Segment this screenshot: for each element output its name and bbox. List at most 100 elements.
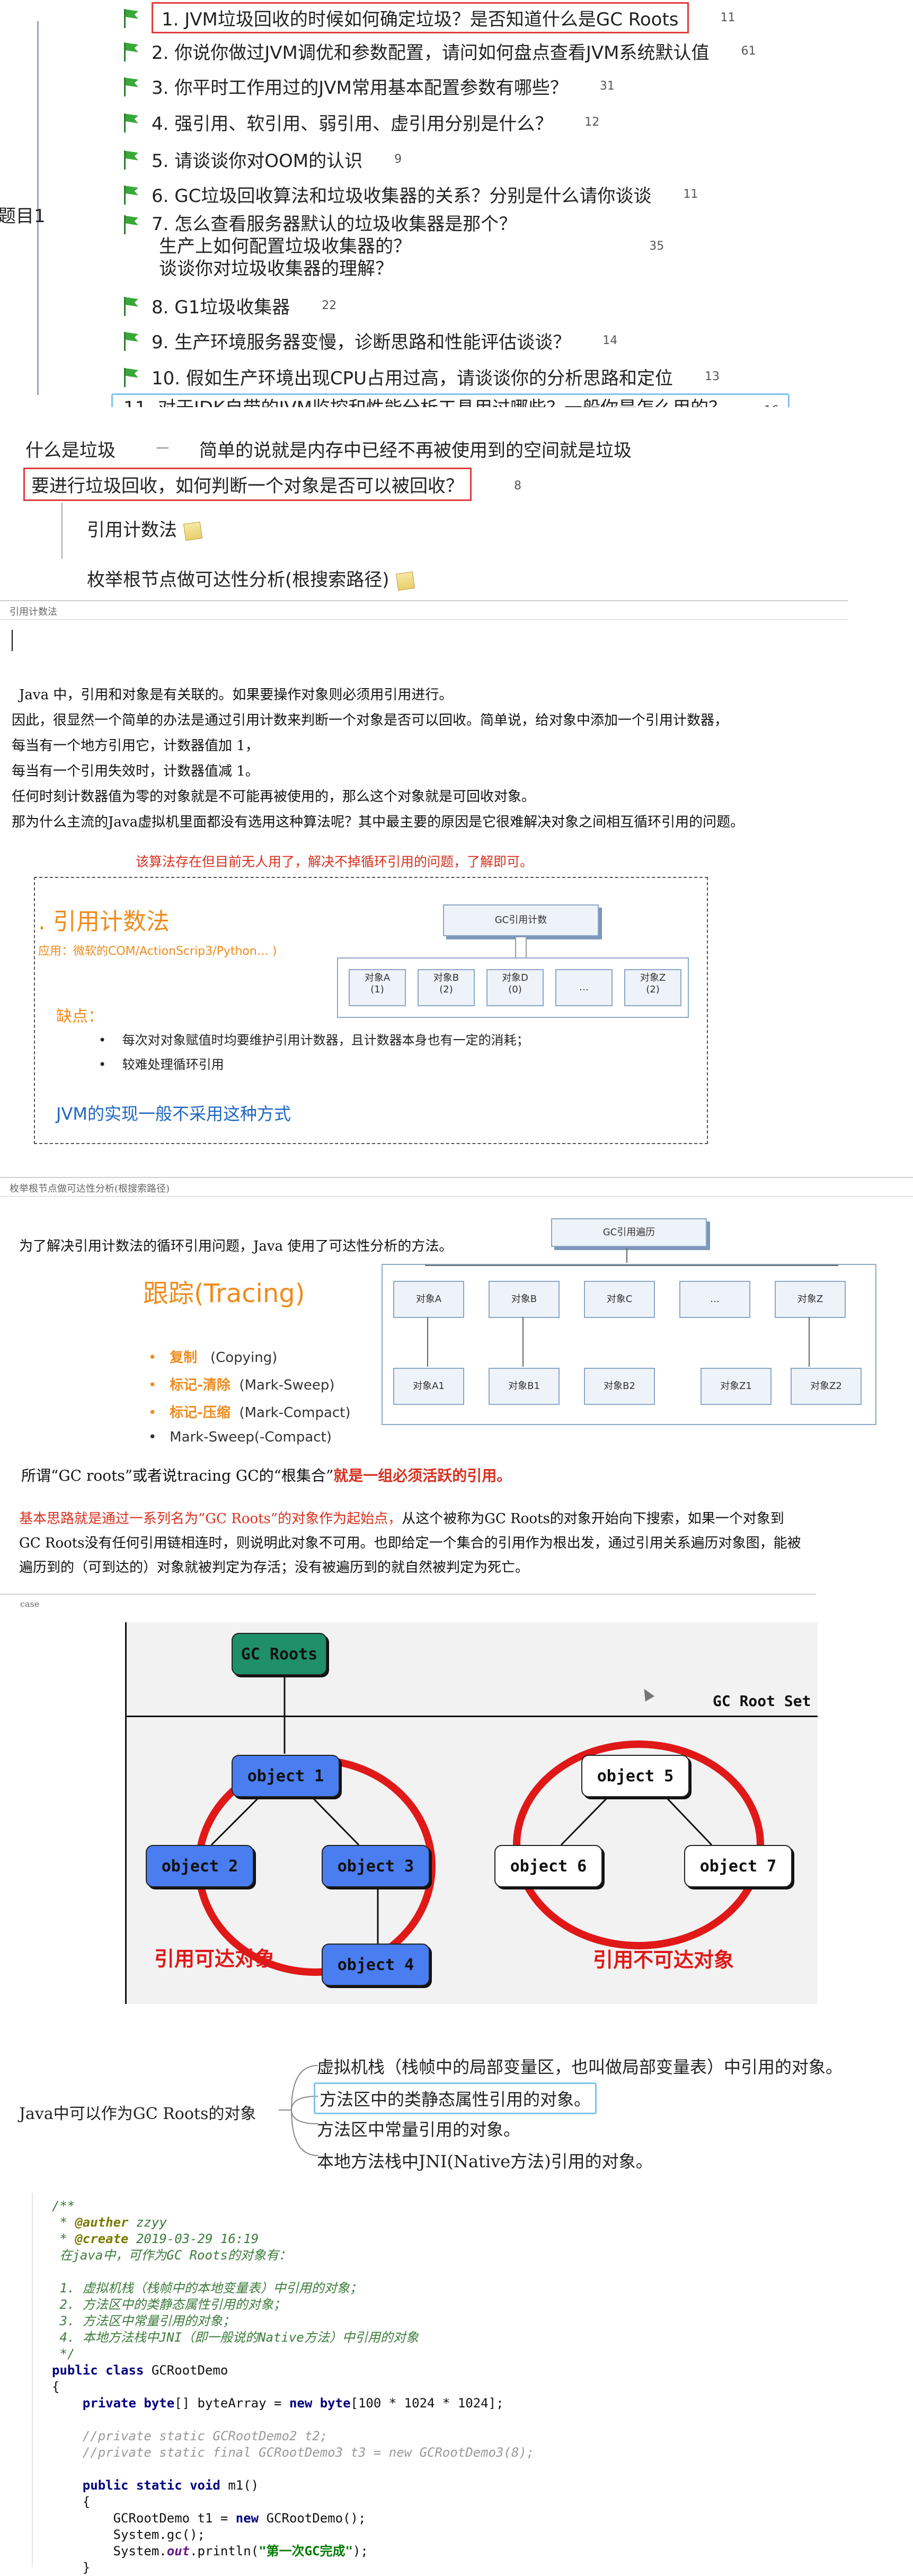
object-name: 对象D	[502, 972, 528, 983]
topic-badge: 61	[741, 45, 756, 58]
code-line: * @auther zzyy	[52, 2215, 167, 2230]
topic-item-8[interactable]: 8. G1垃圾收集器 22	[122, 293, 336, 319]
object-node: object 4	[322, 1944, 430, 1986]
gc-roots-definition: 所谓“GC roots”或者说tracing GC的“根集合”就是一组必须活跃的…	[21, 1464, 511, 1485]
code-line: }	[52, 2560, 91, 2575]
reachability-node[interactable]: 枚举根节点做可达性分析(根搜索路径)	[87, 565, 415, 591]
method-cn: Mark-Sweep(-Compact)	[170, 1429, 332, 1445]
flag-icon	[122, 150, 140, 170]
object-node: object 2	[146, 1845, 254, 1887]
object-box: 对象B2	[584, 1368, 655, 1405]
cons-text-1: 每次对对象赋值时均要维护引用计数器，且计数器本身也有一定的消耗；	[122, 1033, 529, 1048]
flag-icon	[122, 77, 140, 96]
topic-label-7a: 7. 怎么查看服务器默认的垃圾收集器是那个？	[152, 214, 517, 235]
connector-line	[157, 447, 169, 449]
down-arrow-icon	[515, 937, 527, 959]
code-line: * @create 2019-03-29 16:19	[52, 2231, 259, 2246]
candidate-item-3[interactable]: 方法区中常量引用的对象。	[317, 2116, 520, 2141]
reachability-label: 枚举根节点做可达性分析(根搜索路径)	[87, 569, 389, 591]
candidate-item-2[interactable]: 方法区中的类静态属性引用的对象。	[314, 2082, 597, 2114]
topic-item-11-clip: 11. 对于JDK自带的JVM监控和性能分析工具用过哪些？一般你是怎么用的？ 1…	[111, 393, 790, 407]
object-box: 对象Z	[775, 1281, 846, 1318]
code-editor[interactable]: /** * @auther zzyy * @create 2019-03-29 …	[32, 2193, 615, 2575]
object-box: …	[679, 1281, 750, 1318]
method-cn: 复制	[170, 1350, 198, 1366]
slide-title: . 引用计数法	[38, 908, 170, 935]
separator	[0, 600, 848, 601]
flag-icon	[122, 367, 140, 387]
method-en: (Copying)	[210, 1350, 278, 1366]
method-item-3: • 标记-压缩 (Mark-Compact)	[148, 1405, 351, 1421]
mindmap-root-topic[interactable]: 题目1	[0, 201, 46, 227]
method-item-1: • 复制 (Copying)	[148, 1350, 278, 1366]
ref-count-node[interactable]: 引用计数法	[87, 515, 203, 541]
topic-badge: 16	[764, 404, 779, 407]
topic-item-1[interactable]: 1. JVM垃圾回收的时候如何确定垃圾？是否知道什么是GC Roots 11	[122, 2, 735, 33]
object-node: object 3	[322, 1845, 430, 1887]
tracing-intro: 为了解决引用计数法的循环引用问题，Java 使用了可达性分析的方法。	[19, 1238, 453, 1254]
topic-item-3[interactable]: 3. 你平时工作用过的JVM常用基本配置参数有哪些？ 31	[122, 73, 615, 99]
topic-item-5[interactable]: 5. 请谈谈你对OOM的认识 9	[122, 146, 402, 172]
topic-item-2[interactable]: 2. 你说你做过JVM调优和参数配置，请问如何盘点查看JVM系统默认值 61	[122, 38, 756, 64]
what-is-garbage-node[interactable]: 什么是垃圾	[25, 436, 116, 462]
gc-roots-def-a: 所谓“GC roots”或者说tracing GC的“根集合”	[21, 1467, 334, 1484]
code-line: System.out.println("第一次GC完成");	[52, 2544, 368, 2559]
code-line: 在java中，可作为GC Roots的对象有：	[52, 2248, 291, 2263]
unreachable-label: 引用不可达对象	[593, 1948, 734, 1972]
text-cursor	[12, 630, 13, 651]
topic-item-6[interactable]: 6. GC垃圾回收算法和垃圾收集器的关系？分别是什么请你谈谈 11	[122, 181, 698, 207]
gc-diagram-canvas: GC Root Set GC Roots object 1 object 2 o…	[125, 1622, 818, 2004]
method-cn: 标记-压缩	[170, 1405, 231, 1421]
code-line: */	[52, 2346, 75, 2361]
connector-line	[425, 1265, 838, 1266]
editor-gutter	[32, 2193, 33, 2566]
topic-label-9: 9. 生产环境服务器变慢，诊断思路和性能评估谈谈？	[152, 332, 571, 353]
object-box: 对象C	[584, 1281, 655, 1318]
code-line: private byte[] byteArray = new byte[100 …	[52, 2396, 504, 2411]
separator	[0, 1594, 816, 1595]
connector-line	[522, 1317, 524, 1367]
object-box: 对象A	[393, 1281, 464, 1318]
object-box: 对象D (0)	[486, 969, 544, 1006]
cons-item-1: • 每次对对象赋值时均要维护引用计数器，且计数器本身也有一定的消耗；	[99, 1033, 529, 1048]
ref-count-line-1: Java 中，引用和对象是有关联的。如果要操作对象则必须用引用进行。	[19, 687, 453, 703]
code-line: GCRootDemo t1 = new GCRootDemo();	[52, 2511, 366, 2526]
code-line: public static void m1()	[52, 2478, 259, 2493]
topic-label-4: 4. 强引用、软引用、弱引用、虚引用分别是什么？	[152, 113, 553, 135]
topic-label-7c: 谈谈你对垃圾收集器的理解？	[159, 258, 393, 279]
candidates-root[interactable]: Java中可以作为GC Roots的对象	[19, 2100, 256, 2124]
topic-label-3: 3. 你平时工作用过的JVM常用基本配置参数有哪些？	[152, 77, 568, 99]
topic-item-9[interactable]: 9. 生产环境服务器变慢，诊断思路和性能评估谈谈？ 14	[122, 328, 617, 354]
candidate-item-1[interactable]: 虚拟机栈（栈帧中的局部变量区，也叫做局部变量表）中引用的对象。	[317, 2054, 843, 2078]
topic-label-5: 5. 请谈谈你对OOM的认识	[152, 151, 363, 172]
topic-badge: 31	[599, 80, 615, 93]
ref-count-label: 引用计数法	[87, 520, 177, 541]
slide-conclusion: JVM的实现一般不采用这种方式	[56, 1104, 291, 1124]
capture-caption: 引用计数法	[10, 606, 57, 618]
object-box: 对象A (1)	[349, 969, 406, 1006]
topic-label-6: 6. GC垃圾回收算法和垃圾收集器的关系？分别是什么请你谈谈	[152, 186, 652, 207]
candidate-item-4[interactable]: 本地方法栈中JNI(Native方法)引用的对象。	[317, 2148, 653, 2173]
method-item-2: • 标记-清除 (Mark-Sweep)	[148, 1377, 335, 1393]
object-node: object 1	[232, 1755, 340, 1797]
connector-line	[427, 1317, 428, 1367]
cons-text-2: 较难处理循环引用	[122, 1057, 224, 1072]
object-box: …	[555, 969, 613, 1006]
topic-item-11[interactable]: 11. 对于JDK自带的JVM监控和性能分析工具用过哪些？一般你是怎么用的？ 1…	[111, 393, 790, 407]
basic-idea-line-2: GC Roots没有任何引用链相连时，则说明此对象不可用。也即给定一个集合的引用…	[19, 1535, 801, 1551]
what-is-garbage-desc[interactable]: 简单的说就是内存中已经不再被使用到的空间就是垃圾	[199, 436, 632, 462]
object-box: 对象Z2	[791, 1368, 862, 1405]
basic-idea-red: 基本思路就是通过一系列名为”GC Roots”的对象作为起始点，	[19, 1511, 402, 1527]
method-en: (Mark-Sweep)	[239, 1377, 335, 1393]
topic-badge: 11	[683, 188, 698, 201]
topic-badge: 12	[584, 116, 600, 129]
gc-question-node[interactable]: 要进行垃圾回收，如何判断一个对象是否可以被回收？	[23, 468, 472, 501]
code-line: 1. 虚拟机栈（栈帧中的本地变量表）中引用的对象；	[52, 2281, 362, 2296]
topic-item-7[interactable]: 7. 怎么查看服务器默认的垃圾收集器是那个？ 生产上如何配置垃圾收集器的？ 谈谈…	[122, 213, 664, 280]
topic-item-4[interactable]: 4. 强引用、软引用、弱引用、虚引用分别是什么？ 12	[122, 109, 599, 135]
topic-item-10[interactable]: 10. 假如生产环境出现CPU占用过高，请谈谈你的分析思路和定位 13	[122, 364, 720, 390]
code-line: 3. 方法区中常量引用的对象；	[52, 2314, 235, 2328]
separator	[0, 1196, 913, 1197]
